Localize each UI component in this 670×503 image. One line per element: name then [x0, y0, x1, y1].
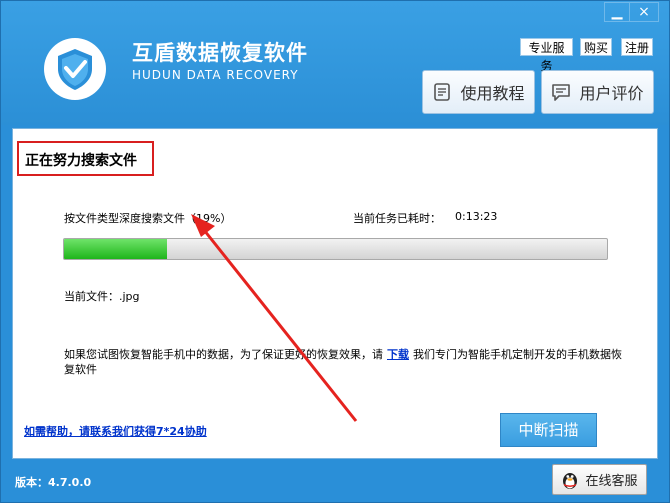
shield-check-icon: [58, 49, 92, 90]
progress-fill: [64, 239, 168, 259]
online-service-button[interactable]: 在线客服: [552, 464, 647, 495]
download-link[interactable]: 下载: [387, 348, 409, 361]
app-title: 互盾数据恢复软件: [132, 41, 308, 65]
document-icon: [434, 83, 451, 101]
elapsed-label: 当前任务已耗时：: [353, 212, 441, 225]
minimize-button[interactable]: ▁: [604, 2, 630, 22]
help-link[interactable]: 如需帮助，请联系我们获得7*24协助: [24, 423, 207, 439]
comment-icon: [552, 84, 571, 101]
header: 互盾数据恢复软件 HUDUN DATA RECOVERY ▁ × 专业服务 购买…: [1, 1, 669, 125]
version-label: 版本：4.7.0.0: [15, 476, 92, 489]
pro-service-link[interactable]: 专业服务: [520, 38, 573, 73]
stop-scan-button[interactable]: 中断扫描: [500, 413, 597, 447]
close-button[interactable]: ×: [629, 2, 659, 22]
online-service-label: 在线客服: [585, 474, 638, 489]
current-file: 当前文件：.jpg: [64, 290, 140, 303]
scan-status: 正在努力搜索文件: [25, 153, 137, 169]
register-link[interactable]: 注册: [621, 38, 653, 56]
scan-panel: 正在努力搜索文件 按文件类型深度搜索文件（19%） 当前任务已耗时： 0:13:…: [12, 128, 658, 459]
smartphone-info: 如果您试图恢复智能手机中的数据，为了保证更好的恢复效果，请 下载 我们专门为智能手机…: [64, 347, 624, 377]
tutorial-label: 使用教程: [460, 84, 525, 103]
review-label: 用户评价: [579, 84, 644, 103]
scan-progress-bar: [63, 238, 608, 260]
elapsed-time: 0:13:23: [455, 210, 498, 223]
penguin-icon: [563, 472, 578, 489]
scan-mode-label: 按文件类型深度搜索文件（19%）: [64, 212, 232, 225]
app-subtitle: HUDUN DATA RECOVERY: [132, 68, 299, 82]
info-text-before: 如果您试图恢复智能手机中的数据，为了保证更好的恢复效果，请: [64, 348, 383, 361]
tutorial-button[interactable]: 使用教程: [422, 70, 535, 114]
review-button[interactable]: 用户评价: [541, 70, 654, 114]
buy-link[interactable]: 购买: [580, 38, 612, 56]
status-highlight: 正在努力搜索文件: [17, 141, 154, 176]
app-window: 互盾数据恢复软件 HUDUN DATA RECOVERY ▁ × 专业服务 购买…: [0, 0, 670, 503]
app-logo: [44, 38, 106, 100]
